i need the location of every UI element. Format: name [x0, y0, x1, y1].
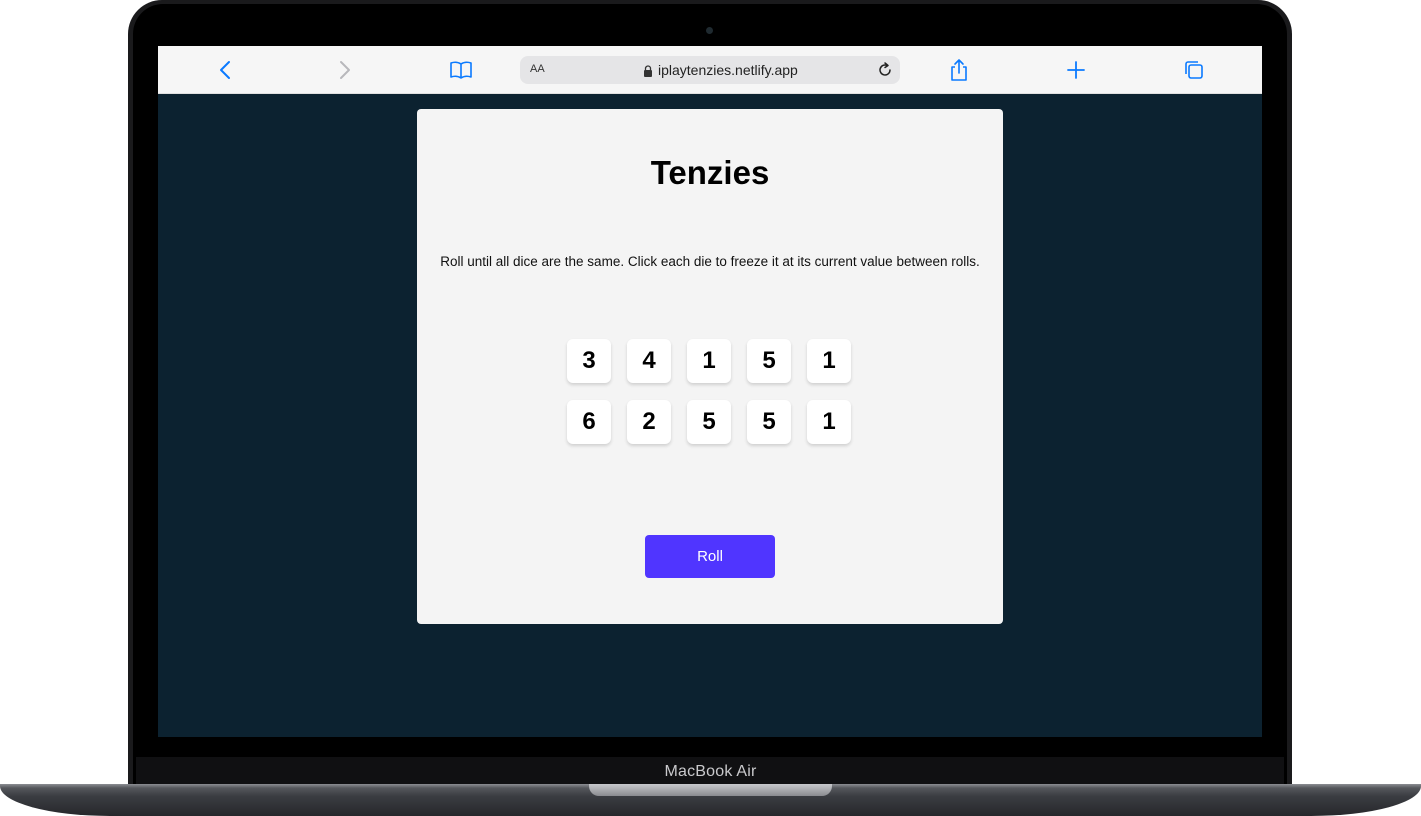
instructions-text: Roll until all dice are the same. Click …	[440, 254, 980, 269]
lock-icon	[642, 64, 654, 77]
die[interactable]: 1	[807, 400, 851, 444]
tabs-icon[interactable]	[1182, 58, 1206, 82]
die[interactable]: 4	[627, 339, 671, 383]
reload-icon[interactable]	[876, 61, 894, 79]
dice-grid: 3 4 1 5 1 6 2 5 5 1	[567, 339, 853, 444]
die[interactable]: 1	[807, 339, 851, 383]
address-bar[interactable]: AA iplaytenzies.netlify.app	[520, 56, 900, 84]
die[interactable]: 3	[567, 339, 611, 383]
die[interactable]: 5	[687, 400, 731, 444]
die[interactable]: 1	[687, 339, 731, 383]
plus-icon[interactable]	[1064, 58, 1088, 82]
die[interactable]: 5	[747, 400, 791, 444]
chevron-right-icon[interactable]	[332, 58, 356, 82]
die[interactable]: 6	[567, 400, 611, 444]
die[interactable]: 5	[747, 339, 791, 383]
camera-icon	[706, 27, 713, 34]
screen: AA iplaytenzies.netlify.app Tenzies Roll…	[158, 46, 1262, 737]
tenzies-card: Tenzies Roll until all dice are the same…	[417, 109, 1003, 624]
book-icon[interactable]	[449, 58, 473, 82]
page-title: Tenzies	[650, 154, 770, 191]
browser-toolbar: AA iplaytenzies.netlify.app	[158, 46, 1262, 94]
roll-button[interactable]: Roll	[645, 535, 775, 578]
text-size-button[interactable]: AA	[530, 63, 545, 75]
laptop-notch	[589, 784, 832, 796]
share-icon[interactable]	[947, 58, 971, 82]
chevron-left-icon[interactable]	[214, 58, 238, 82]
device-label: MacBook Air	[664, 763, 757, 780]
url-text: iplaytenzies.netlify.app	[658, 62, 798, 78]
die[interactable]: 2	[627, 400, 671, 444]
